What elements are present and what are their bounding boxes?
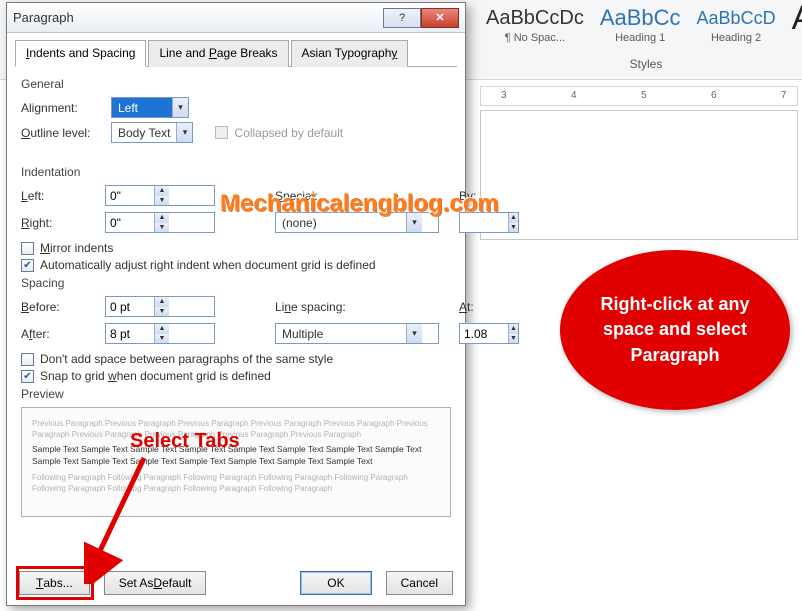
special-dropdown[interactable]: (none): [275, 212, 439, 233]
indent-left-label: Left:: [21, 189, 105, 203]
before-spinner[interactable]: ▲▼: [105, 296, 215, 317]
chevron-down-icon[interactable]: [406, 324, 422, 343]
style-no-spacing[interactable]: AaBbCcDc ¶ No Spac...: [480, 2, 590, 46]
callout-oval: Right-click at any space and select Para…: [560, 250, 790, 410]
help-button[interactable]: ?: [383, 8, 421, 28]
indent-right-label: Right:: [21, 216, 105, 230]
after-label: After:: [21, 327, 105, 341]
snap-to-grid-checkbox[interactable]: ✔Snap to grid when document grid is defi…: [21, 369, 451, 383]
document-page[interactable]: [480, 110, 798, 240]
at-label: At:: [459, 300, 519, 314]
indent-left-spinner[interactable]: ▲▼: [105, 185, 215, 206]
alignment-dropdown[interactable]: Left: [111, 97, 189, 118]
ok-button[interactable]: OK: [300, 571, 371, 595]
section-preview: Preview: [21, 387, 451, 401]
section-general: General: [21, 77, 451, 91]
outline-dropdown[interactable]: Body Text: [111, 122, 193, 143]
collapsed-checkbox: Collapsed by default: [215, 126, 343, 140]
auto-adjust-checkbox[interactable]: ✔Automatically adjust right indent when …: [21, 258, 451, 272]
line-spacing-dropdown[interactable]: Multiple: [275, 323, 439, 344]
by-label: By:: [459, 189, 519, 203]
after-spinner[interactable]: ▲▼: [105, 323, 215, 344]
at-spinner[interactable]: ▲▼: [459, 323, 519, 344]
section-spacing: Spacing: [21, 276, 451, 290]
close-button[interactable]: ✕: [421, 8, 459, 28]
tab-indents-spacing[interactable]: Indents and Spacing: [15, 40, 146, 67]
indent-right-spinner[interactable]: ▲▼: [105, 212, 215, 233]
alignment-label: Alignment:: [21, 101, 105, 115]
dont-add-space-checkbox[interactable]: Don't add space between paragraphs of th…: [21, 352, 451, 366]
mirror-indents-checkbox[interactable]: Mirror indents: [21, 241, 451, 255]
dialog-body: General Alignment: Left Outline level: B…: [7, 67, 465, 525]
titlebar[interactable]: Paragraph ? ✕: [7, 3, 465, 33]
chevron-down-icon[interactable]: [172, 98, 188, 117]
set-as-default-button[interactable]: Set As Default: [104, 571, 207, 595]
chevron-down-icon[interactable]: [176, 123, 192, 142]
style-title[interactable]: AaB Title: [786, 2, 802, 46]
dialog-tabstrip: Indents and Spacing Line and Page Breaks…: [15, 39, 457, 67]
line-spacing-label: Line spacing:: [275, 300, 439, 314]
tab-line-page-breaks[interactable]: Line and Page Breaks: [148, 40, 288, 67]
tab-asian-typography[interactable]: Asian Typography: [291, 40, 409, 67]
section-indentation: Indentation: [21, 165, 451, 179]
styles-group-label: Styles: [500, 56, 792, 71]
tabs-button[interactable]: Tabs...: [19, 571, 90, 595]
style-heading1[interactable]: AaBbCc Heading 1: [594, 2, 687, 46]
special-label: Special:: [275, 189, 439, 203]
before-label: Before:: [21, 300, 105, 314]
paragraph-dialog: Paragraph ? ✕ Indents and Spacing Line a…: [6, 2, 466, 606]
chevron-down-icon[interactable]: [406, 213, 422, 232]
outline-label: Outline level:: [21, 126, 105, 140]
preview-box: Previous Paragraph Previous Paragraph Pr…: [21, 407, 451, 517]
dialog-buttons: Tabs... Set As Default OK Cancel: [19, 571, 453, 595]
dialog-title: Paragraph: [13, 10, 383, 25]
ruler[interactable]: 3 4 5 6 7: [480, 86, 798, 106]
by-spinner[interactable]: ▲▼: [459, 212, 519, 233]
style-heading2[interactable]: AaBbCcD Heading 2: [691, 2, 782, 46]
cancel-button[interactable]: Cancel: [386, 571, 453, 595]
